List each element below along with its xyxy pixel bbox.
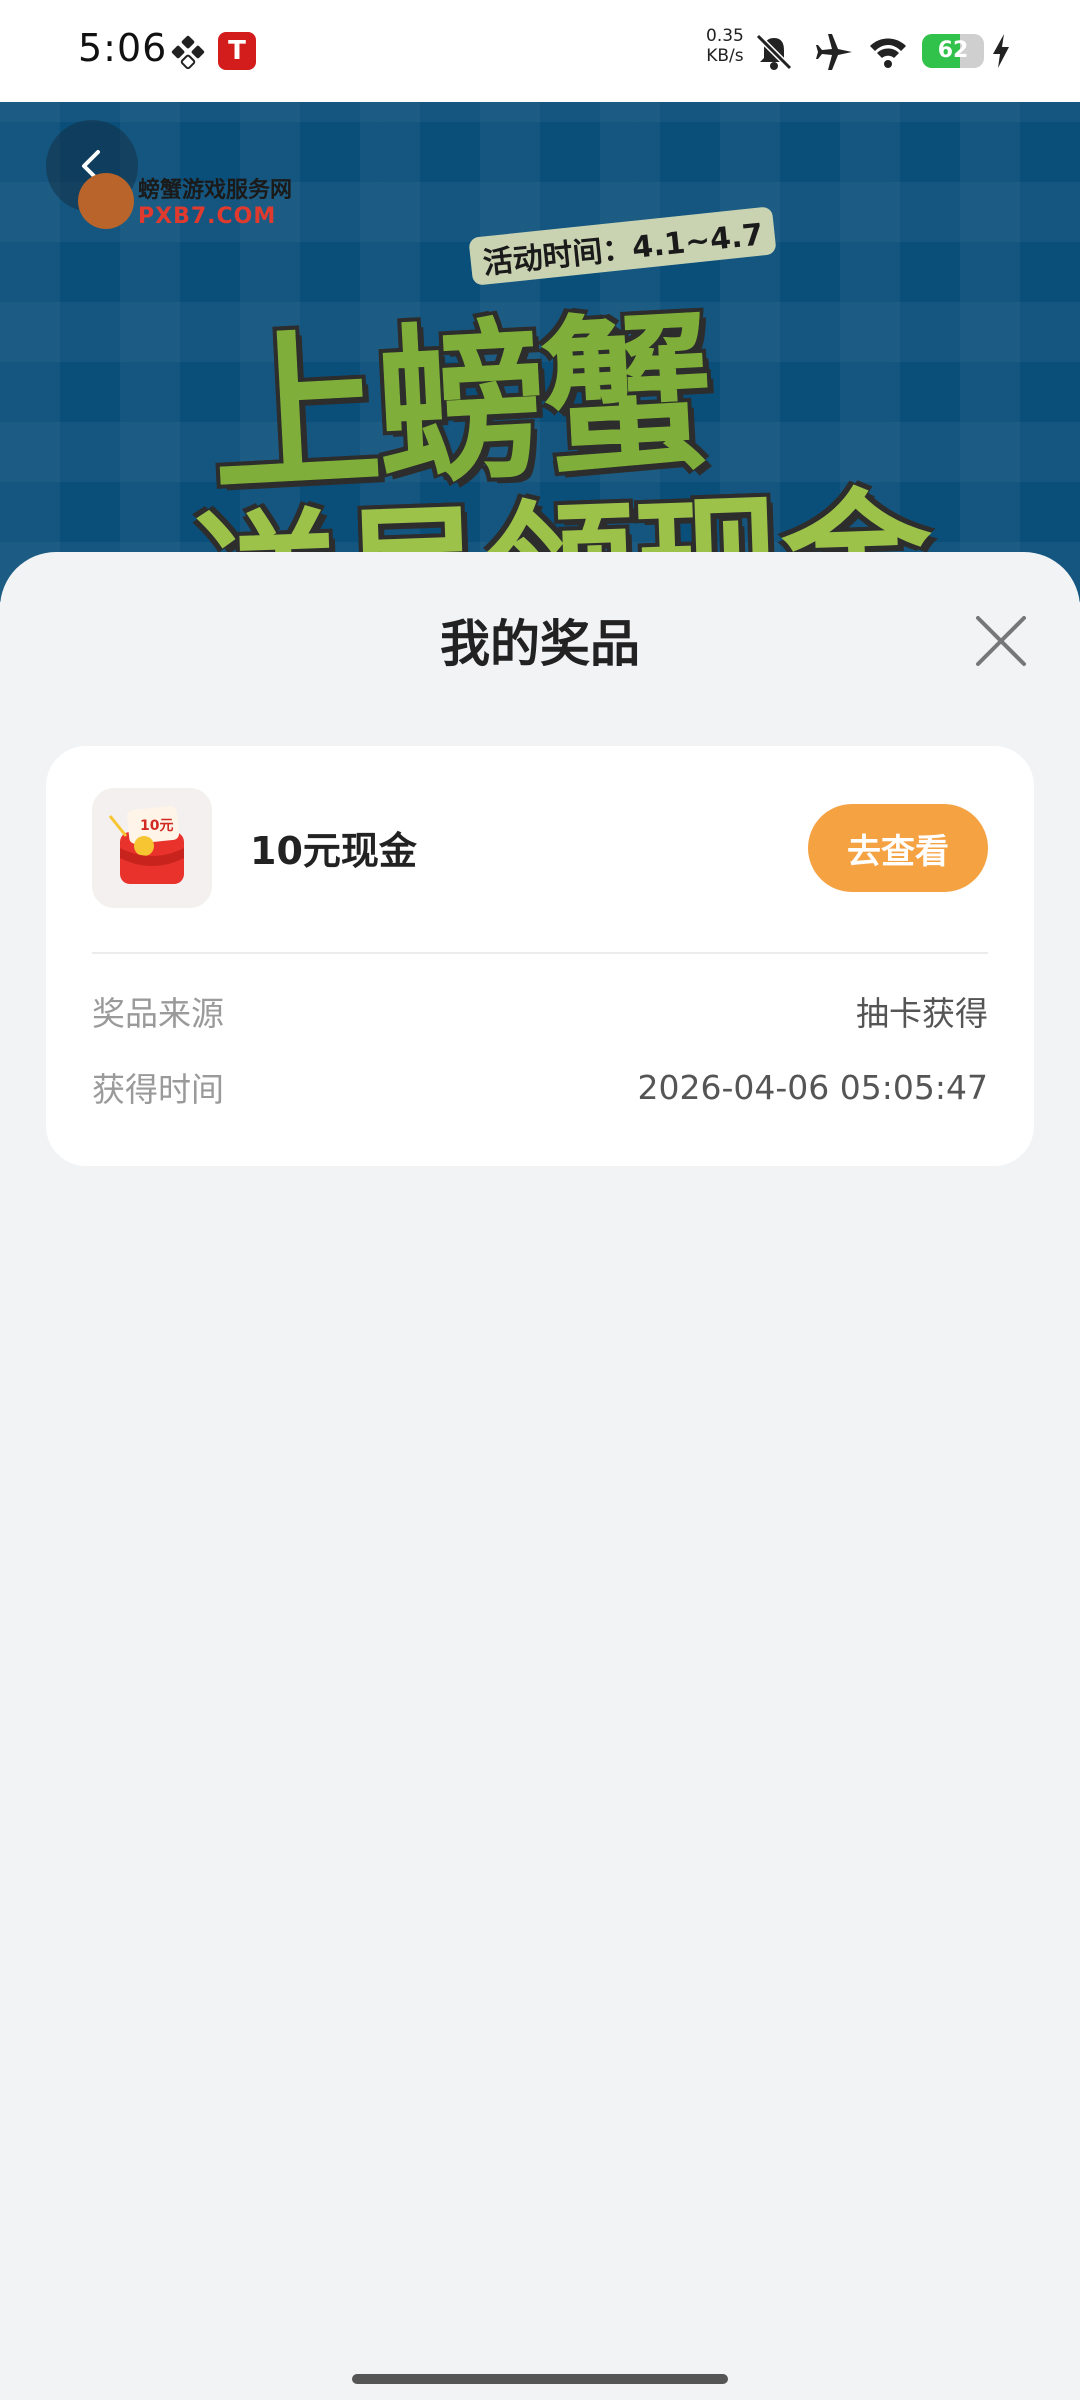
wifi-icon [870, 38, 906, 68]
mute-icon [755, 33, 793, 71]
site-logo: 螃蟹游戏服务网 PXB7.COM [78, 172, 292, 229]
prize-source-row: 奖品来源 抽卡获得 [92, 986, 988, 1036]
app-t-icon: T [218, 32, 256, 70]
prize-time-value: 2026-04-06 05:05:47 [637, 1067, 988, 1107]
sheet-title: 我的奖品 [440, 615, 640, 673]
prize-card: 10元 10元现金 去查看 奖品来源 抽卡获得 获得时间 2026-04-06 … [46, 746, 1034, 1166]
charging-icon [993, 34, 1009, 68]
airplane-icon [816, 34, 852, 70]
prize-image: 10元 [92, 788, 212, 908]
prize-name: 10元现金 [250, 829, 417, 873]
crab-mascot-icon [78, 172, 134, 229]
battery-icon: 62 [922, 34, 984, 68]
close-icon[interactable] [972, 612, 1030, 670]
network-speed: 0.35 KB/s [706, 26, 744, 66]
view-prize-button[interactable]: 去查看 [808, 804, 988, 892]
event-banner: 螃蟹游戏服务网 PXB7.COM 活动时间：4.1~4.7 上螃蟹 送号领现金 [0, 102, 1080, 602]
status-time: 5:06 [78, 26, 168, 70]
divider [92, 952, 988, 954]
grid-icon [171, 35, 205, 70]
home-indicator[interactable] [352, 2374, 728, 2384]
prize-source-value: 抽卡获得 [856, 994, 988, 1033]
prizes-sheet: 我的奖品 10元 10元现金 去查看 奖品来源 抽卡获得 获得时间 2026-0… [0, 552, 1080, 2400]
prize-time-row: 获得时间 2026-04-06 05:05:47 [92, 1062, 988, 1112]
red-envelope-icon: 10元 [108, 805, 184, 884]
prize-time-label: 获得时间 [92, 1070, 224, 1109]
status-bar: 5:06 T 0.35 KB/s 62 [0, 0, 1080, 102]
prize-source-label: 奖品来源 [92, 994, 224, 1033]
prize-badge-text: 10元 [140, 818, 173, 834]
